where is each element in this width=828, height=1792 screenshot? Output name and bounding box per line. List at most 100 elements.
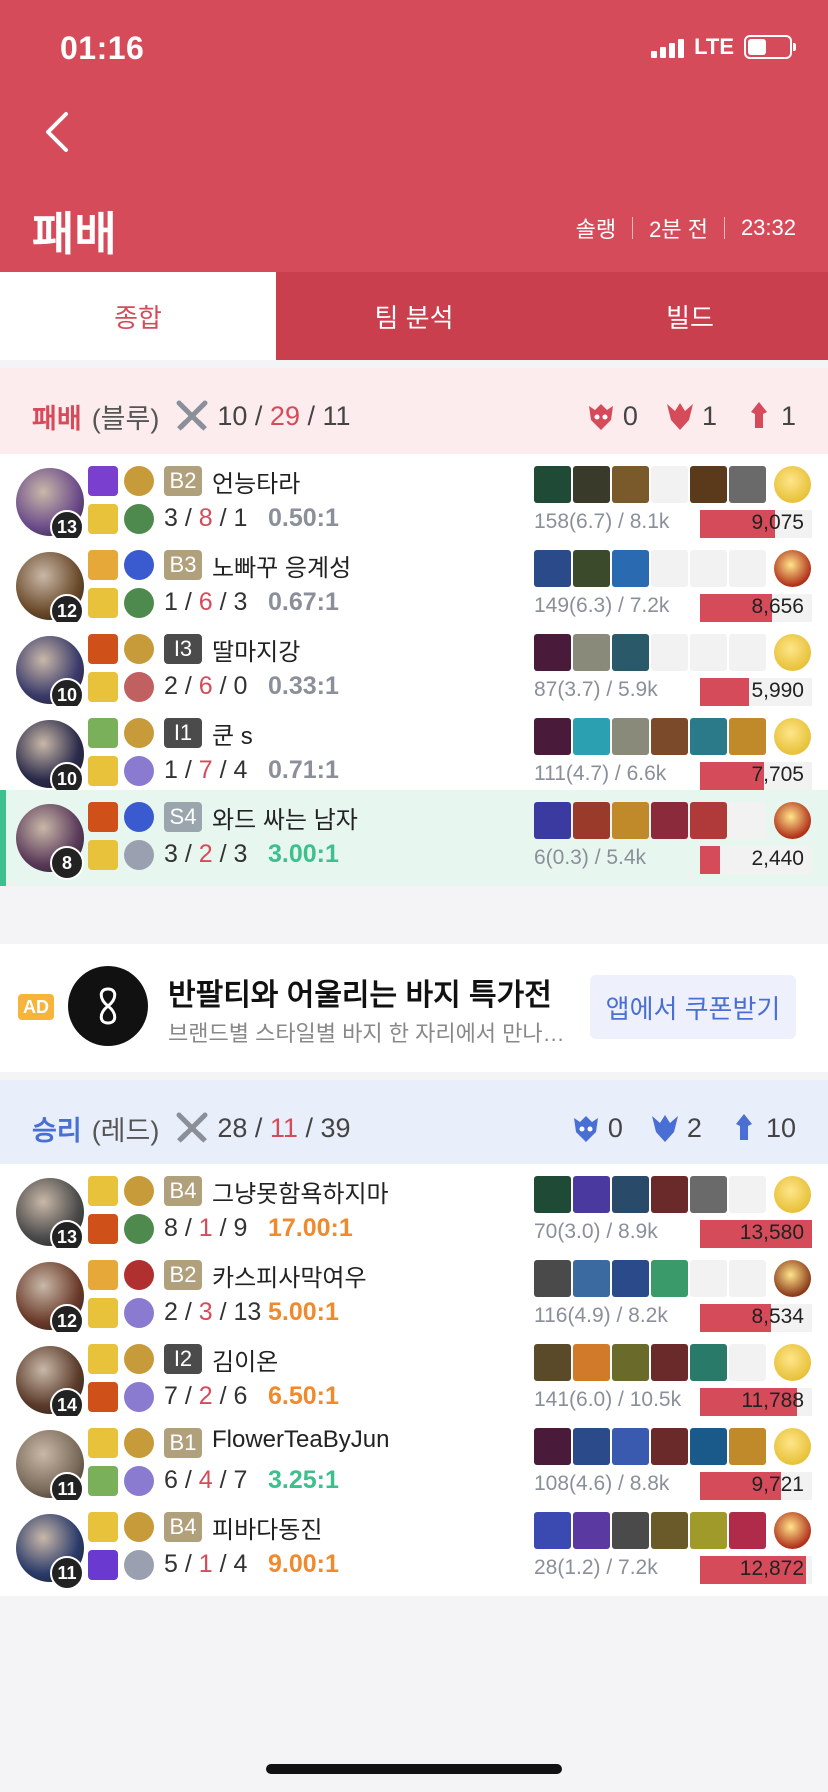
- trinket-icon[interactable]: [774, 1512, 811, 1549]
- tab-overview[interactable]: 종합: [0, 272, 276, 360]
- item-slot-icon[interactable]: [534, 718, 571, 755]
- item-slot-icon[interactable]: [612, 802, 649, 839]
- item-slot-icon[interactable]: [729, 1344, 766, 1381]
- tab-team-analysis[interactable]: 팀 분석: [276, 272, 552, 360]
- item-slot-icon[interactable]: [729, 1260, 766, 1297]
- item-slot-icon[interactable]: [573, 1344, 610, 1381]
- trinket-icon[interactable]: [774, 1428, 811, 1465]
- item-slot-icon[interactable]: [612, 718, 649, 755]
- trinket-icon[interactable]: [774, 1260, 811, 1297]
- player-row[interactable]: 12 B2 카스피사막여우 2 / 3 / 13 5.00:1 116(4.9) / 8.…: [0, 1248, 828, 1344]
- item-slot-icon[interactable]: [690, 466, 727, 503]
- item-slot-icon[interactable]: [534, 802, 571, 839]
- player-name[interactable]: 피바다동진: [212, 1510, 322, 1545]
- item-slot-icon[interactable]: [651, 718, 688, 755]
- item-slot-icon[interactable]: [690, 1260, 727, 1297]
- item-slot-icon[interactable]: [612, 1512, 649, 1549]
- item-slot-icon[interactable]: [534, 1512, 571, 1549]
- trinket-icon[interactable]: [774, 718, 811, 755]
- player-name[interactable]: 언능타라: [212, 464, 300, 499]
- item-slot-icon[interactable]: [534, 1176, 571, 1213]
- item-slot-icon[interactable]: [534, 1260, 571, 1297]
- trinket-icon[interactable]: [774, 1176, 811, 1213]
- item-slot-icon[interactable]: [651, 1260, 688, 1297]
- item-slot-icon[interactable]: [690, 634, 727, 671]
- item-slot-icon[interactable]: [690, 550, 727, 587]
- rune-secondary-icon: [124, 504, 154, 534]
- item-slot-icon[interactable]: [534, 1428, 571, 1465]
- item-slot-icon[interactable]: [573, 718, 610, 755]
- player-row[interactable]: 14 I2 김이온 7 / 2 / 6 6.50:1 141(6.0) / 10.5k 11…: [0, 1332, 828, 1428]
- trinket-icon[interactable]: [774, 634, 811, 671]
- item-slot-icon[interactable]: [534, 550, 571, 587]
- item-slot-icon[interactable]: [573, 634, 610, 671]
- player-name[interactable]: 쿤 s: [212, 716, 253, 751]
- item-slot-icon[interactable]: [651, 1428, 688, 1465]
- item-slot-icon[interactable]: [651, 1344, 688, 1381]
- item-slot-icon[interactable]: [573, 1176, 610, 1213]
- item-slot-icon[interactable]: [690, 1176, 727, 1213]
- item-slot-icon[interactable]: [729, 1512, 766, 1549]
- item-slot-icon[interactable]: [612, 1344, 649, 1381]
- item-slot-icon[interactable]: [573, 1260, 610, 1297]
- item-slot-icon[interactable]: [651, 1512, 688, 1549]
- item-slot-icon[interactable]: [651, 1176, 688, 1213]
- ad-cta-button[interactable]: 앱에서 쿠폰받기: [590, 975, 796, 1039]
- item-slot-icon[interactable]: [573, 1512, 610, 1549]
- item-slot-icon[interactable]: [690, 1428, 727, 1465]
- ad-title[interactable]: 반팔티와 어울리는 바지 특가전: [168, 970, 558, 1014]
- player-name[interactable]: FlowerTeaByJun: [212, 1426, 389, 1454]
- item-slot-icon[interactable]: [651, 466, 688, 503]
- item-slot-icon[interactable]: [690, 718, 727, 755]
- tab-build[interactable]: 빌드: [552, 272, 828, 360]
- player-name[interactable]: 김이온: [212, 1342, 278, 1377]
- item-slot-icon[interactable]: [729, 634, 766, 671]
- player-row[interactable]: 10 I1 쿤 s1 / 7 / 4 0.71:1 111(4.7) / 6.6k 7,7…: [0, 706, 828, 802]
- item-slot-icon[interactable]: [573, 466, 610, 503]
- player-row[interactable]: 11 B4 피바다동진 5 / 1 / 4 9.00:1 28(1.2) / 7.2k 12…: [0, 1500, 828, 1596]
- item-slot-icon[interactable]: [612, 1176, 649, 1213]
- trinket-icon[interactable]: [774, 466, 811, 503]
- item-slot-icon[interactable]: [690, 802, 727, 839]
- player-row[interactable]: 13 B4 그냥못함욕하지마 8 / 1 / 9 17.00:1 70(3.0) / 8.…: [0, 1164, 828, 1260]
- item-slot-icon[interactable]: [651, 802, 688, 839]
- player-row[interactable]: 11 B1 FlowerTeaByJun 6 / 4 / 7 3.25:1 108(4.6…: [0, 1416, 828, 1512]
- player-name[interactable]: 그냥못함욕하지마: [212, 1174, 389, 1209]
- damage-bar: 8,656: [700, 594, 812, 622]
- item-slot-icon[interactable]: [729, 550, 766, 587]
- player-row[interactable]: 13 B2 언능타라 3 / 8 / 1 0.50:1 158(6.7) / 8.1k 9,…: [0, 454, 828, 550]
- trinket-icon[interactable]: [774, 550, 811, 587]
- baron-count: 0: [585, 400, 638, 432]
- item-slot-icon[interactable]: [690, 1344, 727, 1381]
- player-row[interactable]: 10 I3 딸마지강 2 / 6 / 0 0.33:1 87(3.7) / 5.9k 5,9…: [0, 622, 828, 718]
- item-slot-icon[interactable]: [573, 1428, 610, 1465]
- item-slot-icon[interactable]: [612, 1428, 649, 1465]
- item-slot-icon[interactable]: [729, 802, 766, 839]
- item-slot-icon[interactable]: [651, 634, 688, 671]
- player-name[interactable]: 노빠꾸 응계성: [212, 548, 351, 583]
- time-ago: 2분 전: [649, 217, 708, 242]
- item-slot-icon[interactable]: [612, 634, 649, 671]
- item-slot-icon[interactable]: [612, 466, 649, 503]
- item-slot-icon[interactable]: [573, 550, 610, 587]
- item-slot-icon[interactable]: [729, 466, 766, 503]
- player-name[interactable]: 와드 싸는 남자: [212, 800, 358, 835]
- player-name[interactable]: 카스피사막여우: [212, 1258, 367, 1293]
- back-button[interactable]: [40, 108, 80, 156]
- trinket-icon[interactable]: [774, 1344, 811, 1381]
- item-slot-icon[interactable]: [534, 634, 571, 671]
- trinket-icon[interactable]: [774, 802, 811, 839]
- item-slot-icon[interactable]: [729, 718, 766, 755]
- item-slot-icon[interactable]: [534, 1344, 571, 1381]
- player-row[interactable]: 8 S4 와드 싸는 남자 3 / 2 / 3 3.00:1 6(0.3) / 5.4k 2…: [0, 790, 828, 886]
- item-slot-icon[interactable]: [573, 802, 610, 839]
- item-slot-icon[interactable]: [534, 466, 571, 503]
- item-slot-icon[interactable]: [612, 550, 649, 587]
- item-slot-icon[interactable]: [612, 1260, 649, 1297]
- player-row[interactable]: 12 B3 노빠꾸 응계성 1 / 6 / 3 0.67:1 149(6.3) / 7.2…: [0, 538, 828, 634]
- item-slot-icon[interactable]: [729, 1428, 766, 1465]
- item-slot-icon[interactable]: [651, 550, 688, 587]
- player-name[interactable]: 딸마지강: [212, 632, 300, 667]
- item-slot-icon[interactable]: [690, 1512, 727, 1549]
- item-slot-icon[interactable]: [729, 1176, 766, 1213]
